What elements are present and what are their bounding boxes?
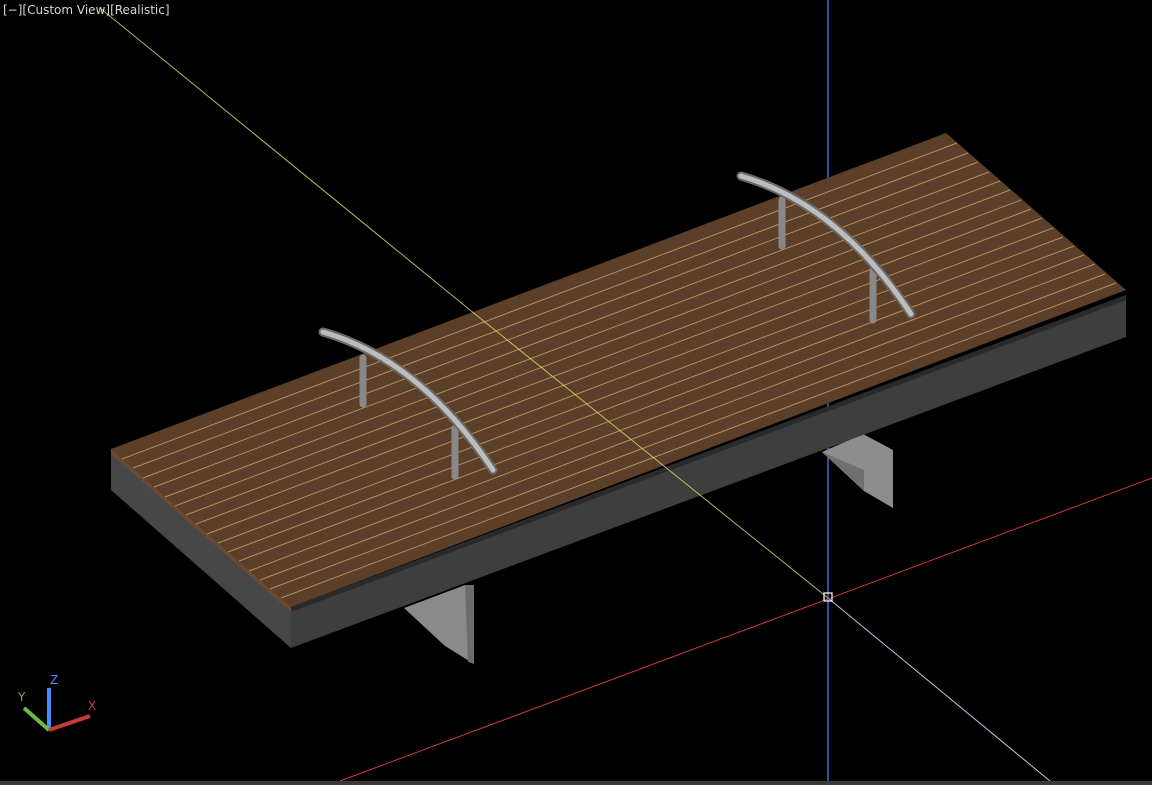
viewport-controls: [−][Custom View][Realistic] xyxy=(3,2,170,18)
ucs-x-label: X xyxy=(88,699,96,713)
view-control[interactable]: [Custom View] xyxy=(22,3,110,17)
visual-style-control[interactable]: [Realistic] xyxy=(110,3,169,17)
viewport-minus-control[interactable]: [−] xyxy=(3,3,22,17)
yellow-axis-line-upper xyxy=(99,7,471,311)
white-axis-line xyxy=(827,597,1051,782)
bottom-border xyxy=(0,781,1152,785)
model-viewport[interactable]: Z Y X [−][Custom View][Realistic] xyxy=(0,0,1152,785)
ucs-icon[interactable]: Z Y X xyxy=(17,673,96,732)
ucs-z-label: Z xyxy=(50,673,58,687)
ucs-y-axis xyxy=(22,706,51,732)
ucs-x-axis xyxy=(48,714,91,732)
ucs-y-label: Y xyxy=(17,690,26,704)
3d-scene[interactable]: Z Y X xyxy=(0,0,1152,785)
